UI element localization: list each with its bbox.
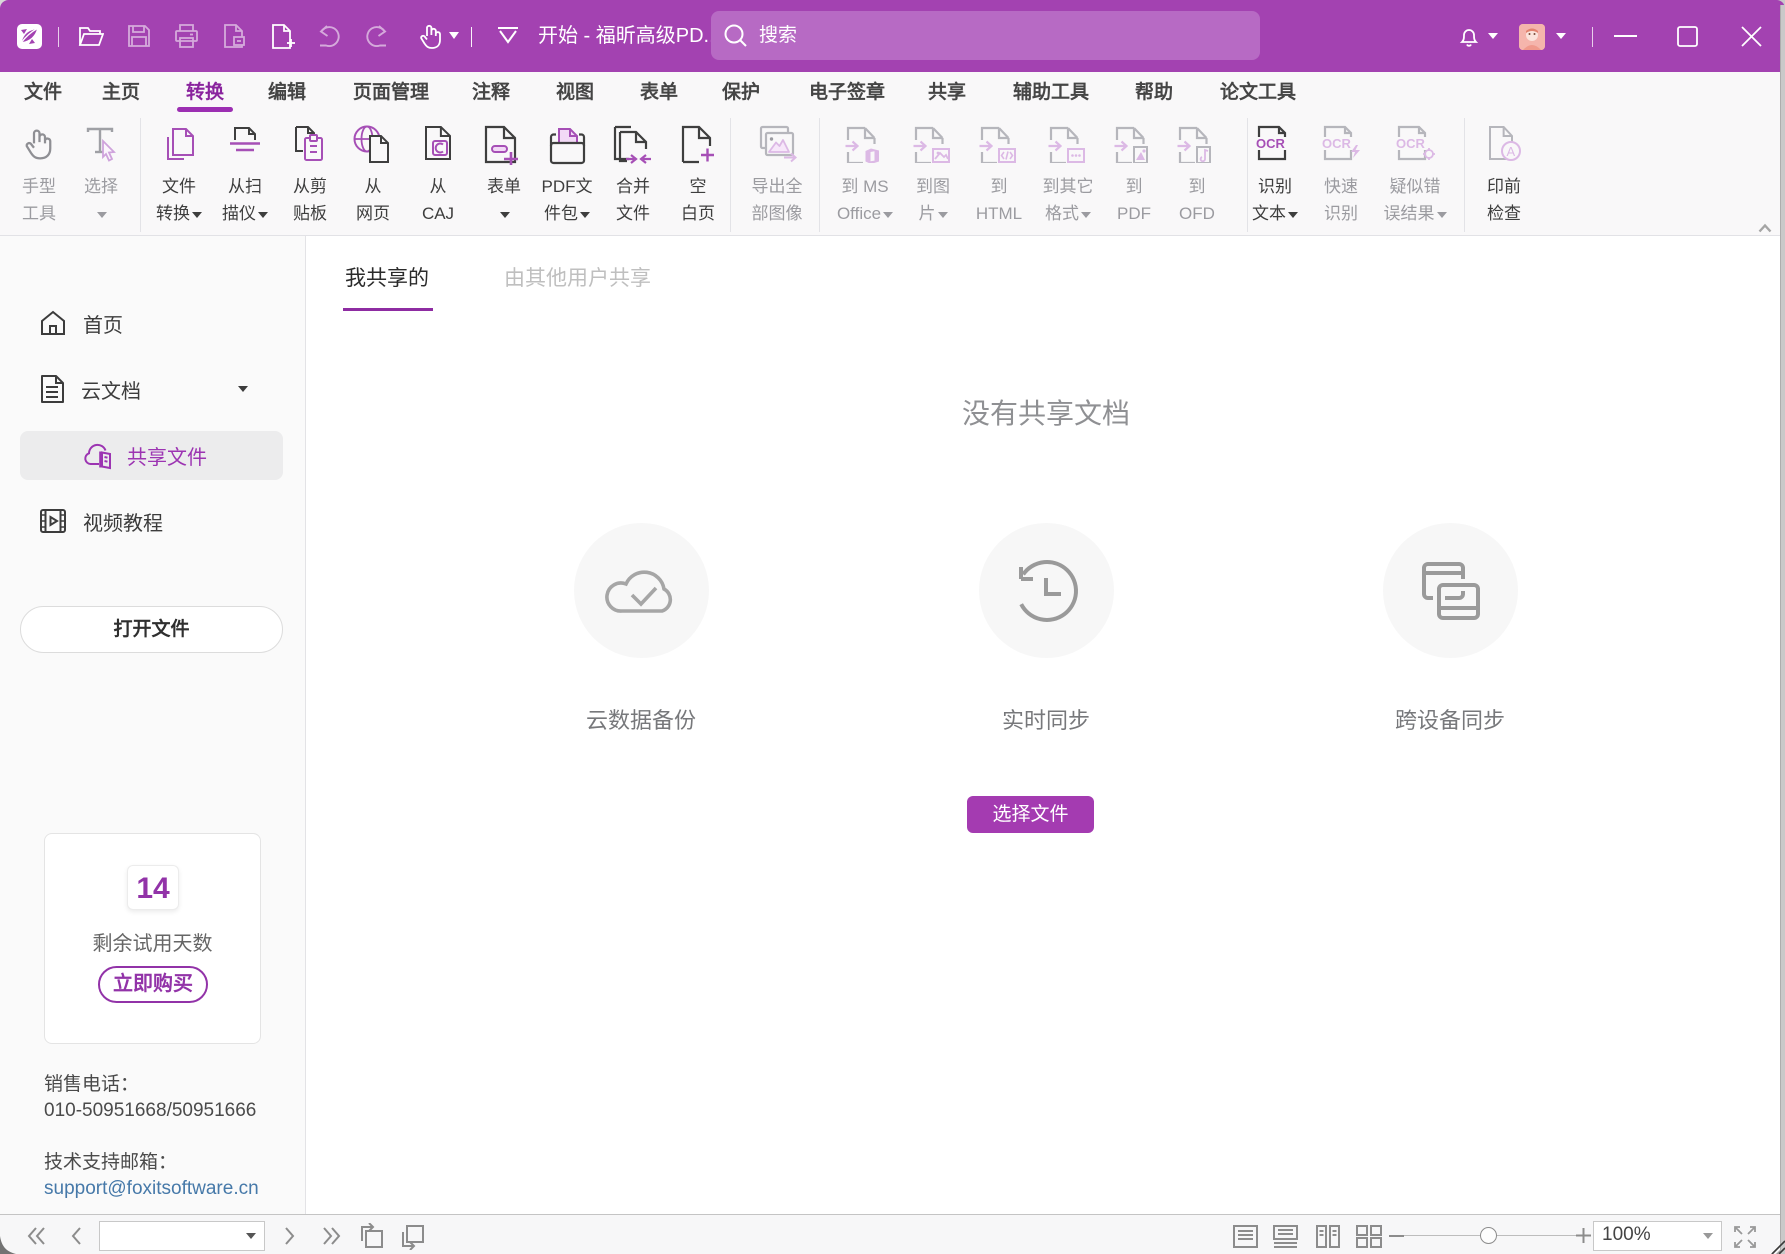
svg-text:OCR: OCR xyxy=(1396,136,1426,151)
svg-text:OCR: OCR xyxy=(1322,136,1352,151)
svg-text:A: A xyxy=(1507,144,1516,159)
svg-text:OCR: OCR xyxy=(1256,136,1286,151)
